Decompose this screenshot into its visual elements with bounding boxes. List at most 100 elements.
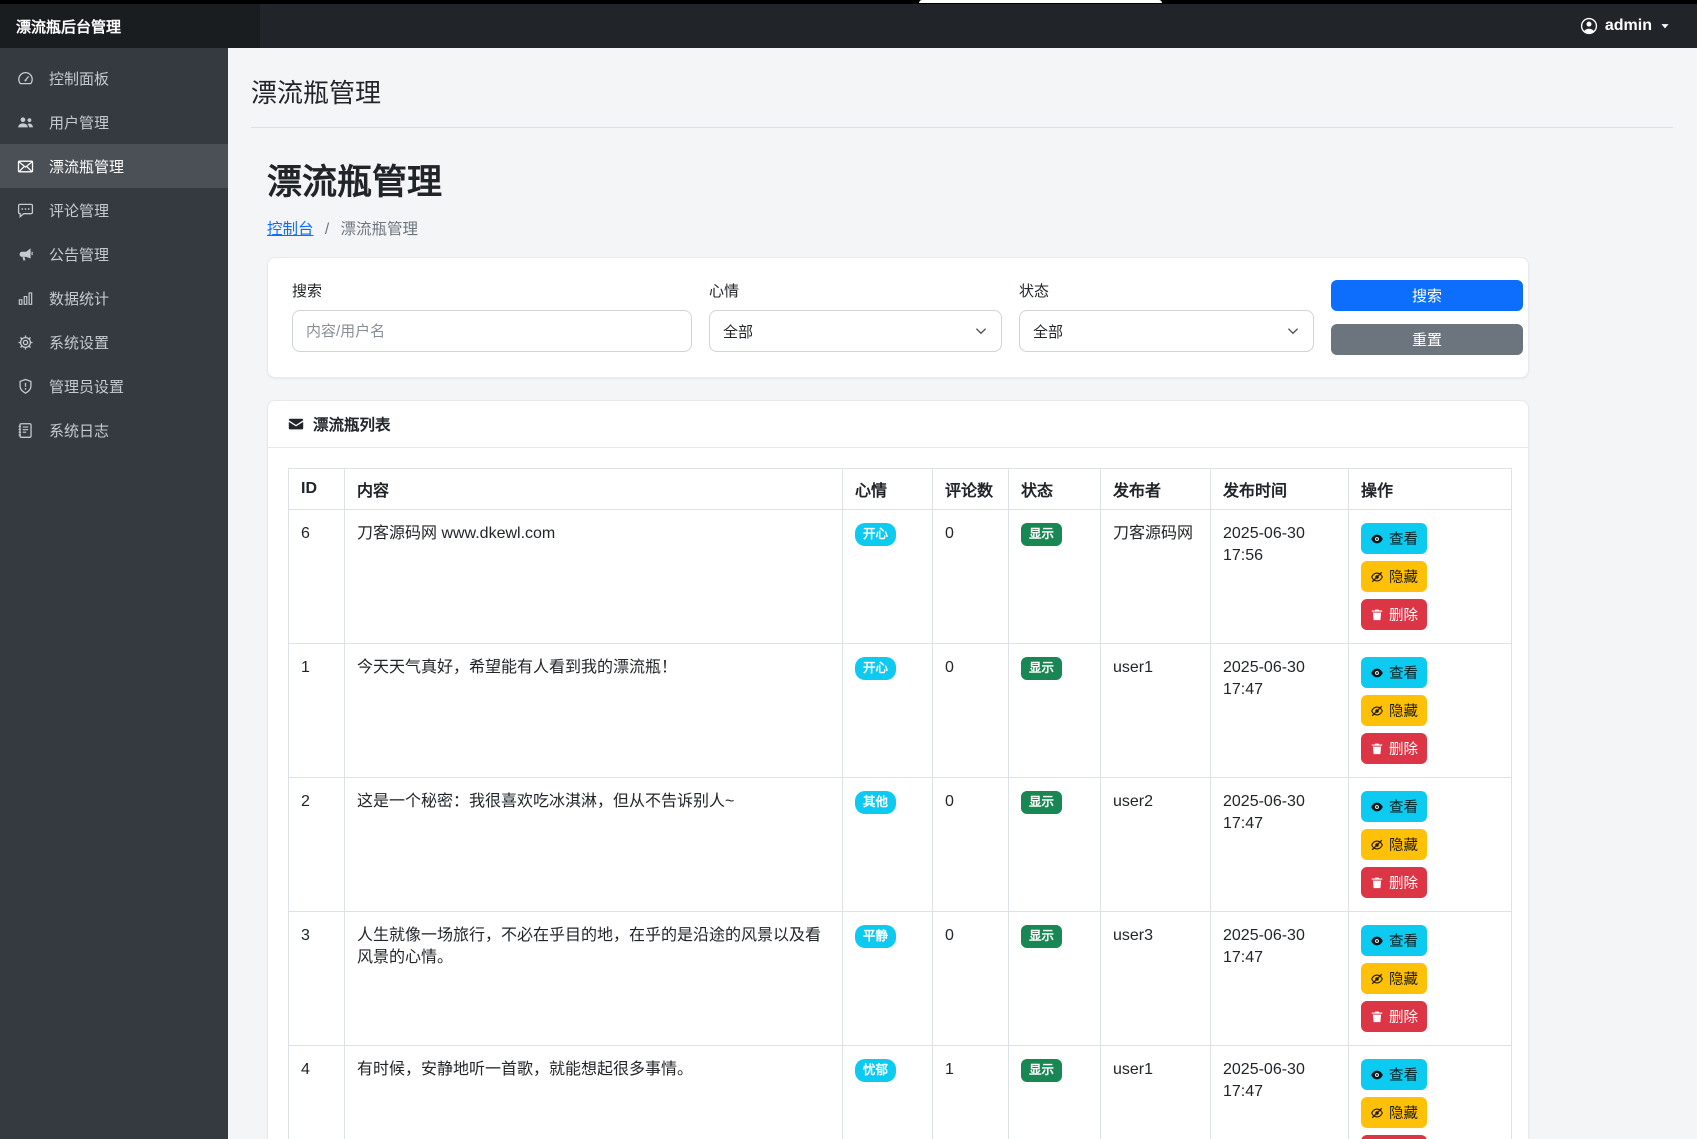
breadcrumb-separator: / [325, 221, 329, 238]
envelope-icon [16, 158, 34, 175]
sidebar-item-4[interactable]: 公告管理 [0, 232, 228, 276]
caret-down-icon [1659, 20, 1671, 32]
cell-actions: 查看 隐藏 删除 [1349, 778, 1512, 912]
cell-id: 4 [289, 1046, 345, 1139]
sidebar-item-7[interactable]: 管理员设置 [0, 364, 228, 408]
cell-actions: 查看 隐藏 删除 [1349, 1046, 1512, 1139]
status-badge: 显示 [1021, 657, 1062, 680]
delete-button[interactable]: 删除 [1361, 599, 1427, 630]
breadcrumb: 控制台 / 漂流瓶管理 [267, 217, 1697, 239]
eye-slash-icon [1370, 972, 1384, 986]
hide-button[interactable]: 隐藏 [1361, 561, 1427, 592]
search-label: 搜索 [292, 280, 692, 301]
trash-icon [1370, 608, 1384, 622]
hide-button[interactable]: 隐藏 [1361, 1097, 1427, 1128]
column-header: 发布时间 [1211, 469, 1349, 510]
sidebar-item-8[interactable]: 系统日志 [0, 408, 228, 452]
cell-id: 6 [289, 510, 345, 644]
view-button[interactable]: 查看 [1361, 1059, 1427, 1090]
bottle-list-card: 漂流瓶列表 ID内容心情评论数状态发布者发布时间操作 6 刀客源码网 www.d… [267, 400, 1529, 1139]
cell-time: 2025-06-30 17:47 [1211, 912, 1349, 1046]
cell-comments: 0 [933, 510, 1009, 644]
view-button[interactable]: 查看 [1361, 523, 1427, 554]
status-select-value: 全部 [1033, 321, 1063, 342]
status-badge: 显示 [1021, 523, 1062, 546]
eye-slash-icon [1370, 1106, 1384, 1120]
person-circle-icon [1580, 17, 1598, 35]
status-badge: 显示 [1021, 925, 1062, 948]
search-input[interactable] [292, 310, 692, 352]
status-select[interactable]: 全部 [1019, 310, 1314, 352]
top-navbar: 漂流瓶后台管理 admin [0, 4, 1697, 48]
sidebar-nav: 控制面板 用户管理 漂流瓶管理 评论管理 公告管理 数据统计 系统设置 管理员设… [0, 48, 228, 1139]
cell-publisher: user3 [1101, 912, 1211, 1046]
envelope-icon [288, 416, 304, 432]
sidebar-item-2[interactable]: 漂流瓶管理 [0, 144, 228, 188]
cell-time: 2025-06-30 17:47 [1211, 778, 1349, 912]
cell-content: 刀客源码网 www.dkewl.com [345, 510, 843, 644]
eye-slash-icon [1370, 838, 1384, 852]
cell-comments: 0 [933, 912, 1009, 1046]
browser-tab-artifact [919, 0, 1162, 3]
cell-mood: 其他 [843, 778, 933, 912]
column-header: 操作 [1349, 469, 1512, 510]
cell-id: 1 [289, 644, 345, 778]
delete-button[interactable]: 删除 [1361, 1135, 1427, 1139]
sidebar-item-5[interactable]: 数据统计 [0, 276, 228, 320]
cell-actions: 查看 隐藏 删除 [1349, 510, 1512, 644]
column-header: 评论数 [933, 469, 1009, 510]
cell-publisher: user1 [1101, 644, 1211, 778]
cell-actions: 查看 隐藏 删除 [1349, 644, 1512, 778]
card-header: 漂流瓶列表 [268, 401, 1528, 448]
hide-button[interactable]: 隐藏 [1361, 695, 1427, 726]
mood-badge: 其他 [855, 791, 896, 814]
column-header: 状态 [1009, 469, 1101, 510]
eye-icon [1370, 934, 1384, 948]
sidebar-item-3[interactable]: 评论管理 [0, 188, 228, 232]
cell-mood: 忧郁 [843, 1046, 933, 1139]
breadcrumb-current: 漂流瓶管理 [340, 221, 418, 238]
column-header: 心情 [843, 469, 933, 510]
view-button[interactable]: 查看 [1361, 791, 1427, 822]
sidebar-item-6[interactable]: 系统设置 [0, 320, 228, 364]
eye-slash-icon [1370, 570, 1384, 584]
trash-icon [1370, 1010, 1384, 1024]
view-button[interactable]: 查看 [1361, 657, 1427, 688]
hide-button[interactable]: 隐藏 [1361, 963, 1427, 994]
table-body: 6 刀客源码网 www.dkewl.com 开心 0 显示 刀客源码网 2025… [289, 510, 1512, 1139]
cell-time: 2025-06-30 17:56 [1211, 510, 1349, 644]
breadcrumb-link-console[interactable]: 控制台 [267, 221, 314, 238]
sidebar-item-0[interactable]: 控制面板 [0, 56, 228, 100]
cell-mood: 平静 [843, 912, 933, 1046]
search-button[interactable]: 搜索 [1331, 280, 1523, 311]
mood-badge: 开心 [855, 657, 896, 680]
cell-content: 今天天气真好，希望能有人看到我的漂流瓶！ [345, 644, 843, 778]
megaphone-icon [16, 246, 34, 263]
card-title: 漂流瓶列表 [313, 413, 391, 435]
view-button[interactable]: 查看 [1361, 925, 1427, 956]
chevron-down-icon [974, 324, 988, 338]
mood-select[interactable]: 全部 [709, 310, 1002, 352]
eye-slash-icon [1370, 704, 1384, 718]
user-menu[interactable]: admin [1580, 4, 1697, 48]
page-title: 漂流瓶管理 [267, 154, 1697, 205]
app-brand: 漂流瓶后台管理 [0, 4, 260, 48]
mood-badge: 忧郁 [855, 1059, 896, 1082]
cell-comments: 0 [933, 778, 1009, 912]
delete-button[interactable]: 删除 [1361, 733, 1427, 764]
cell-publisher: user2 [1101, 778, 1211, 912]
delete-button[interactable]: 删除 [1361, 1001, 1427, 1032]
comment-icon [16, 202, 34, 219]
hide-button[interactable]: 隐藏 [1361, 829, 1427, 860]
users-icon [16, 114, 34, 131]
mood-label: 心情 [709, 280, 1002, 301]
reset-button[interactable]: 重置 [1331, 324, 1523, 355]
cell-publisher: user1 [1101, 1046, 1211, 1139]
journal-icon [16, 422, 34, 439]
delete-button[interactable]: 删除 [1361, 867, 1427, 898]
cell-content: 人生就像一场旅行，不必在乎目的地，在乎的是沿途的风景以及看风景的心情。 [345, 912, 843, 1046]
sidebar-item-1[interactable]: 用户管理 [0, 100, 228, 144]
table-row: 3 人生就像一场旅行，不必在乎目的地，在乎的是沿途的风景以及看风景的心情。 平静… [289, 912, 1512, 1046]
main-content: 漂流瓶管理 漂流瓶管理 控制台 / 漂流瓶管理 搜索 心情 [228, 48, 1697, 1139]
cell-status: 显示 [1009, 778, 1101, 912]
